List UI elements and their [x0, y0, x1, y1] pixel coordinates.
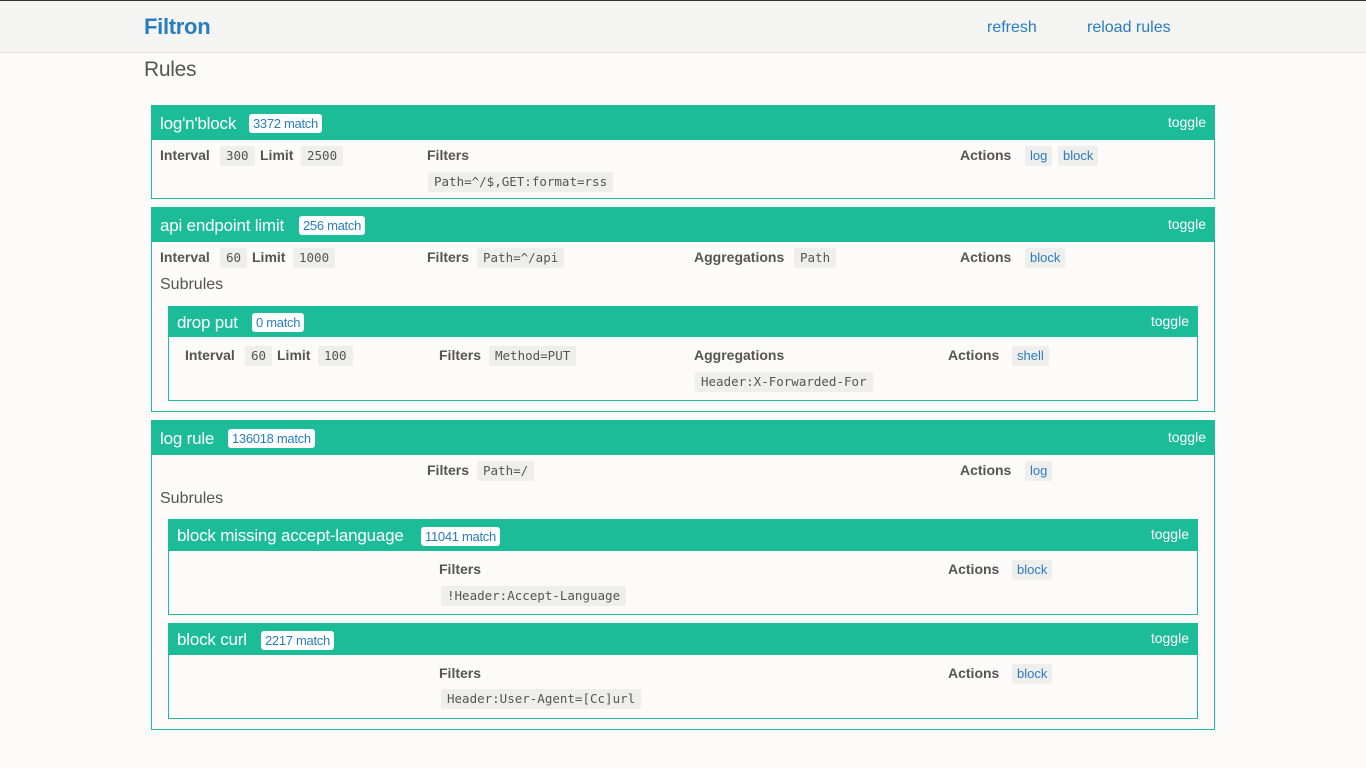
- subrule-card: drop put 0 match toggle Interval 60 Limi…: [168, 306, 1198, 401]
- rule-header: log rule 136018 match toggle: [152, 421, 1214, 455]
- filters-label: Filters: [439, 665, 482, 681]
- aggregations-label: Aggregations: [694, 347, 785, 363]
- action-log: log: [1025, 461, 1053, 481]
- actions-label: Actions: [960, 249, 1012, 265]
- filters-label: Filters: [427, 147, 470, 163]
- rule-name: log'n'block: [160, 114, 237, 133]
- match-badge: 0 match: [252, 313, 305, 332]
- filter-value: Path=^/api: [477, 248, 565, 268]
- toggle-button[interactable]: toggle: [1151, 526, 1189, 542]
- filter-value: !Header:Accept-Language: [441, 586, 627, 606]
- aggregation-value: Path: [794, 248, 837, 268]
- rule-card: log rule 136018 match toggle Filters Pat…: [151, 420, 1215, 730]
- match-badge: 2217 match: [261, 631, 334, 650]
- match-badge: 136018 match: [228, 429, 315, 448]
- rule-card: log'n'block 3372 match toggle Interval 3…: [151, 105, 1215, 199]
- interval-label: Interval: [185, 347, 235, 363]
- filters-label: Filters: [439, 561, 482, 577]
- limit-value: 1000: [293, 248, 336, 268]
- actions-label: Actions: [948, 561, 1000, 577]
- actions-label: Actions: [960, 462, 1012, 478]
- action-block: block: [1012, 560, 1053, 580]
- toggle-button[interactable]: toggle: [1168, 114, 1206, 130]
- filter-value: Header:User-Agent=[Cc]url: [441, 689, 642, 709]
- toggle-button[interactable]: toggle: [1151, 313, 1189, 329]
- actions-label: Actions: [948, 665, 1000, 681]
- subrule-name: block curl: [177, 630, 247, 649]
- subrule-header: drop put 0 match toggle: [169, 307, 1197, 337]
- toggle-button[interactable]: toggle: [1168, 216, 1206, 232]
- rule-name: api endpoint limit: [160, 216, 284, 235]
- subrule-name: drop put: [177, 313, 238, 332]
- actions-label: Actions: [948, 347, 1000, 363]
- limit-label: Limit: [277, 347, 311, 363]
- interval-value: 60: [245, 346, 273, 366]
- subrule-card: block missing accept-language 11041 matc…: [168, 519, 1198, 615]
- actions-label: Actions: [960, 147, 1012, 163]
- filter-value: Path=^/$,GET:format=rss: [428, 172, 614, 192]
- filters-label: Filters: [439, 347, 482, 363]
- subrule-header: block curl 2217 match toggle: [169, 624, 1197, 655]
- match-badge: 3372 match: [249, 114, 322, 133]
- subrules-heading: Subrules: [160, 276, 224, 293]
- match-badge: 11041 match: [421, 527, 500, 546]
- interval-value: 60: [220, 248, 248, 268]
- filter-value: Method=PUT: [489, 346, 577, 366]
- subrule-name: block missing accept-language: [177, 526, 404, 545]
- toggle-button[interactable]: toggle: [1168, 429, 1206, 445]
- navbar: Filtron refresh reload rules: [0, 0, 1366, 53]
- page-title: Rules: [144, 58, 197, 81]
- filters-label: Filters: [427, 462, 470, 478]
- interval-value: 300: [220, 146, 255, 166]
- limit-label: Limit: [252, 249, 286, 265]
- limit-label: Limit: [260, 147, 294, 163]
- refresh-link[interactable]: refresh: [987, 19, 1037, 37]
- action-block: block: [1025, 248, 1066, 268]
- action-block: block: [1058, 146, 1099, 166]
- rule-header: api endpoint limit 256 match toggle: [152, 208, 1214, 242]
- rule-name: log rule: [160, 429, 215, 448]
- match-badge: 256 match: [299, 216, 366, 235]
- rule-card: api endpoint limit 256 match toggle Inte…: [151, 207, 1215, 412]
- aggregations-label: Aggregations: [694, 249, 785, 265]
- subrule-card: block curl 2217 match toggle Filters Hea…: [168, 623, 1198, 719]
- reload-rules-link[interactable]: reload rules: [1087, 19, 1171, 37]
- limit-value: 100: [318, 346, 353, 366]
- filters-label: Filters: [427, 249, 470, 265]
- toggle-button[interactable]: toggle: [1151, 630, 1189, 646]
- interval-label: Interval: [160, 249, 210, 265]
- limit-value: 2500: [301, 146, 344, 166]
- filter-value: Path=/: [477, 461, 535, 481]
- rule-header: log'n'block 3372 match toggle: [152, 106, 1214, 140]
- interval-label: Interval: [160, 147, 210, 163]
- subrule-header: block missing accept-language 11041 matc…: [169, 520, 1197, 551]
- aggregation-value: Header:X-Forwarded-For: [695, 372, 873, 392]
- brand-logo[interactable]: Filtron: [144, 14, 211, 40]
- action-shell: shell: [1012, 346, 1049, 366]
- action-log: log: [1025, 146, 1053, 166]
- subrules-heading: Subrules: [160, 490, 224, 507]
- action-block: block: [1012, 664, 1053, 684]
